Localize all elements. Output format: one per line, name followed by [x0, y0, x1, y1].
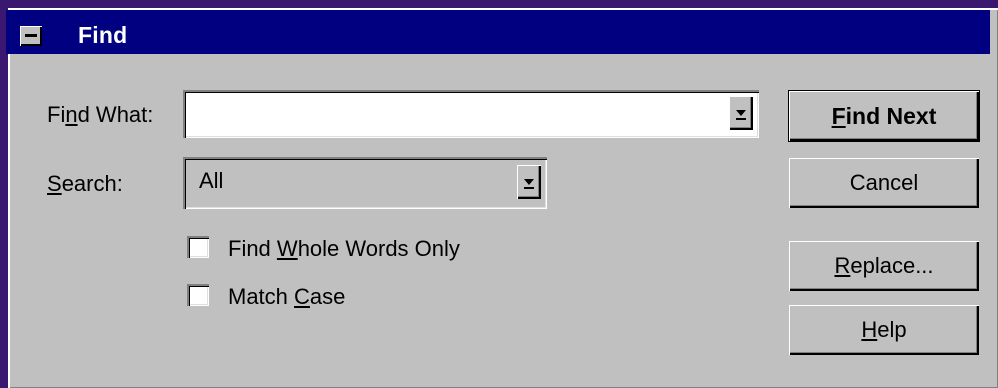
- whole-words-checkbox[interactable]: [187, 236, 209, 258]
- system-menu-icon[interactable]: [20, 26, 42, 46]
- find-what-combobox[interactable]: [183, 90, 759, 138]
- cancel-button[interactable]: Cancel: [789, 158, 979, 208]
- down-arrow-icon: [736, 110, 746, 116]
- title-bar: [6, 10, 990, 54]
- match-case-label: Match Case: [228, 284, 346, 309]
- find-what-label: Find What:: [47, 102, 154, 127]
- replace-button[interactable]: Replace...: [789, 241, 979, 291]
- help-button[interactable]: Help: [789, 305, 979, 355]
- find-next-button[interactable]: Find Next: [789, 91, 979, 141]
- whole-words-label: Find Whole Words Only: [228, 236, 460, 261]
- dialog-title: Find: [78, 22, 128, 48]
- find-what-dropdown-button[interactable]: [729, 96, 753, 130]
- minus-icon: [25, 34, 37, 37]
- search-label: Search:: [47, 171, 123, 196]
- find-what-input[interactable]: [189, 96, 713, 132]
- down-arrow-icon: [524, 179, 534, 185]
- search-dropdown-button[interactable]: [517, 165, 541, 199]
- search-select[interactable]: All: [183, 157, 547, 209]
- match-case-checkbox[interactable]: [187, 284, 209, 306]
- search-selected-value: All: [199, 168, 224, 193]
